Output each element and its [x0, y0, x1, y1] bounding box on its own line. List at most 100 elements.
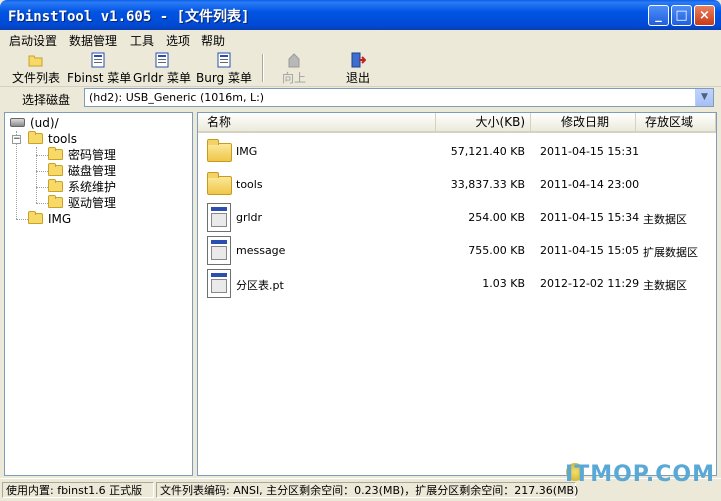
tree-item-disk[interactable]: 磁盘管理 [48, 163, 168, 179]
tree-item-label: 驱动管理 [68, 196, 117, 210]
document-icon [155, 52, 169, 68]
fbinst-menu-button[interactable]: Fbinst 菜单 [67, 52, 132, 86]
folder-icon [207, 139, 232, 162]
up-arrow-icon [288, 53, 300, 68]
document-icon [91, 52, 105, 68]
watermark-text: ITMOP.COM [565, 462, 715, 487]
tree-item-label: tools [48, 132, 77, 146]
close-button[interactable]: × [694, 5, 715, 26]
exit-label: 退出 [345, 71, 370, 85]
toolbar-separator [262, 54, 264, 82]
file-name: 分区表.pt [236, 279, 284, 292]
tree-item-driver[interactable]: 驱动管理 [48, 195, 168, 211]
file-list-label: 文件列表 [11, 71, 60, 85]
status-info: 文件列表编码: ANSI, 主分区剩余空间：0.23(MB)，扩展分区剩余空间：… [156, 482, 578, 498]
tree-item-label: 磁盘管理 [68, 164, 117, 178]
file-name: message [236, 244, 286, 257]
tree-item-tools[interactable]: tools [28, 131, 148, 147]
folder-icon [48, 195, 63, 208]
file-date: 2012-12-02 11:29 [540, 277, 640, 290]
tree-item-label: 系统维护 [68, 180, 117, 194]
chevron-down-icon[interactable]: ▼ [695, 89, 713, 106]
menu-help[interactable]: 帮助 [201, 32, 225, 49]
tree-item-password[interactable]: 密码管理 [48, 147, 168, 163]
table-row[interactable]: 分区表.pt 1.03 KB 2012-12-02 11:29 主数据区 [198, 267, 716, 300]
file-list[interactable]: 名称 大小(KB) 修改日期 存放区域 IMG 57,121.40 KB 201… [197, 112, 717, 476]
tree-root[interactable]: (ud)/ [10, 115, 130, 131]
folder-icon [28, 131, 43, 144]
status-version: 使用内置: fbinst1.6 正式版 [2, 482, 154, 498]
column-header-name[interactable]: 名称 [198, 113, 436, 133]
column-header-label: 修改日期 [561, 115, 610, 129]
minimize-button[interactable]: _ [648, 5, 669, 26]
column-header-size[interactable]: 大小(KB) [436, 113, 531, 133]
drive-icon [10, 118, 25, 127]
column-header-date[interactable]: 修改日期 [531, 113, 636, 133]
file-area: 扩展数据区 [643, 246, 698, 259]
menu-tools[interactable]: 工具 [130, 32, 154, 49]
title-bar[interactable]: FbinstTool v1.605 - [文件列表] _ □ × [0, 0, 721, 30]
file-date: 2011-04-14 23:00 [540, 178, 640, 191]
table-row[interactable]: grldr 254.00 KB 2011-04-15 15:34 主数据区 [198, 201, 716, 234]
disk-dropdown-value: (hd2): USB_Generic (1016m, L:) [89, 91, 265, 104]
folder-icon [28, 211, 43, 224]
file-area: 主数据区 [643, 213, 687, 226]
tree-root-label: (ud)/ [30, 116, 59, 130]
tree-item-img[interactable]: IMG [28, 211, 148, 227]
disk-select-row: 选择磁盘 (hd2): USB_Generic (1016m, L:) ▼ [0, 86, 721, 111]
file-area: 主数据区 [643, 279, 687, 292]
file-date: 2011-04-15 15:31 [540, 145, 640, 158]
file-size: 254.00 KB [468, 211, 525, 224]
window-title: FbinstTool v1.605 - [文件列表] [8, 9, 250, 25]
burg-menu-button[interactable]: Burg 菜单 [196, 52, 252, 86]
tree-item-system[interactable]: 系统维护 [48, 179, 168, 195]
grldr-menu-button[interactable]: Grldr 菜单 [133, 52, 191, 86]
tree-connector [36, 155, 48, 156]
table-row[interactable]: tools 33,837.33 KB 2011-04-14 23:00 [198, 168, 716, 201]
table-row[interactable]: IMG 57,121.40 KB 2011-04-15 15:31 [198, 135, 716, 168]
file-name: grldr [236, 211, 263, 224]
file-icon [207, 269, 231, 298]
open-folder-icon [28, 55, 43, 67]
up-label: 向上 [281, 71, 306, 85]
tree-connector [16, 131, 17, 219]
grldr-menu-label: Grldr 菜单 [133, 71, 191, 85]
menu-bar: 启动设置 数据管理 工具 选项 帮助 [0, 30, 721, 50]
fbinst-menu-label: Fbinst 菜单 [67, 71, 132, 85]
file-size: 755.00 KB [468, 244, 525, 257]
menu-boot-settings[interactable]: 启动设置 [9, 32, 57, 49]
column-header-area[interactable]: 存放区域 [636, 113, 716, 133]
disk-select-label: 选择磁盘 [22, 93, 71, 107]
document-icon [217, 52, 231, 68]
menu-data-manage[interactable]: 数据管理 [69, 32, 117, 49]
menu-options[interactable]: 选项 [166, 32, 190, 49]
folder-icon [48, 147, 63, 160]
table-row[interactable]: message 755.00 KB 2011-04-15 15:05 扩展数据区 [198, 234, 716, 267]
toolbar: 文件列表 Fbinst 菜单 Grldr 菜单 Burg 菜单 向上 退出 [0, 50, 721, 87]
exit-door-icon [351, 52, 366, 68]
tree-item-label: IMG [48, 212, 72, 226]
file-name: tools [236, 178, 263, 191]
file-date: 2011-04-15 15:34 [540, 211, 640, 224]
exit-button[interactable]: 退出 [340, 52, 376, 86]
column-header-label: 存放区域 [645, 115, 694, 129]
up-button[interactable]: 向上 [276, 52, 312, 86]
file-size: 33,837.33 KB [450, 178, 525, 191]
folder-icon [48, 179, 63, 192]
folder-tree[interactable]: (ud)/ − tools 密码管理 磁盘管理 系统维护 驱动管理 IMG [4, 112, 193, 476]
tree-connector [36, 203, 48, 204]
burg-menu-label: Burg 菜单 [196, 71, 252, 85]
folder-icon [48, 163, 63, 176]
collapse-icon[interactable]: − [12, 135, 21, 144]
column-header-label: 大小(KB) [475, 115, 525, 129]
file-size: 57,121.40 KB [450, 145, 525, 158]
folder-icon [207, 172, 232, 195]
tree-connector [36, 171, 48, 172]
file-icon [207, 203, 231, 232]
file-list-button[interactable]: 文件列表 [8, 52, 64, 86]
maximize-button[interactable]: □ [671, 5, 692, 26]
file-name: IMG [236, 145, 258, 158]
column-header-label: 名称 [207, 115, 232, 129]
tree-connector [36, 187, 48, 188]
disk-dropdown[interactable]: (hd2): USB_Generic (1016m, L:) ▼ [84, 88, 714, 107]
